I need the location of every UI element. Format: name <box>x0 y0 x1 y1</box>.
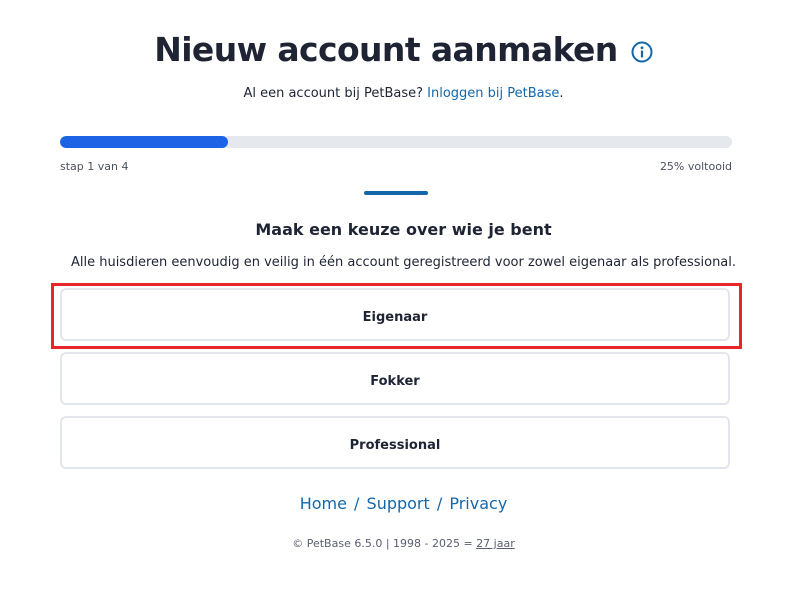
step-indicator: stap 1 van 4 <box>60 160 129 173</box>
login-prompt-suffix: . <box>559 86 564 101</box>
section-divider <box>364 191 428 195</box>
progress-percent: 25% voltooid <box>659 160 732 173</box>
copyright: © PetBase 6.5.0 | 1998 - 2025 = 27 jaar <box>0 537 807 550</box>
info-circle-icon[interactable] <box>631 41 653 63</box>
option-fokker-button[interactable]: Fokker <box>60 352 730 405</box>
footer-link-support[interactable]: Support <box>367 494 430 513</box>
section-description: Alle huisdieren eenvoudig en veilig in é… <box>70 255 737 270</box>
copyright-text: © PetBase 6.5.0 | 1998 - 2025 = <box>292 537 477 550</box>
footer-separator: / <box>354 494 360 513</box>
section-title: Maak een keuze over wie je bent <box>255 220 552 239</box>
page-header: Nieuw account aanmaken <box>0 30 807 69</box>
footer-links: Home / Support / Privacy <box>0 494 807 513</box>
login-link[interactable]: Inloggen bij PetBase <box>427 86 559 101</box>
progress-bar <box>60 136 732 148</box>
page-title: Nieuw account aanmaken <box>154 30 618 69</box>
footer-separator: / <box>436 494 443 513</box>
login-prompt-text: Al een account bij PetBase? <box>243 86 428 101</box>
footer-link-privacy[interactable]: Privacy <box>449 494 507 513</box>
years-link[interactable]: 27 jaar <box>476 537 515 550</box>
progress-fill <box>60 136 228 148</box>
option-professional-button[interactable]: Professional <box>60 416 730 469</box>
footer-link-home[interactable]: Home <box>300 494 347 513</box>
option-eigenaar-button[interactable]: Eigenaar <box>60 288 730 341</box>
login-prompt: Al een account bij PetBase? Inloggen bij… <box>0 86 807 101</box>
